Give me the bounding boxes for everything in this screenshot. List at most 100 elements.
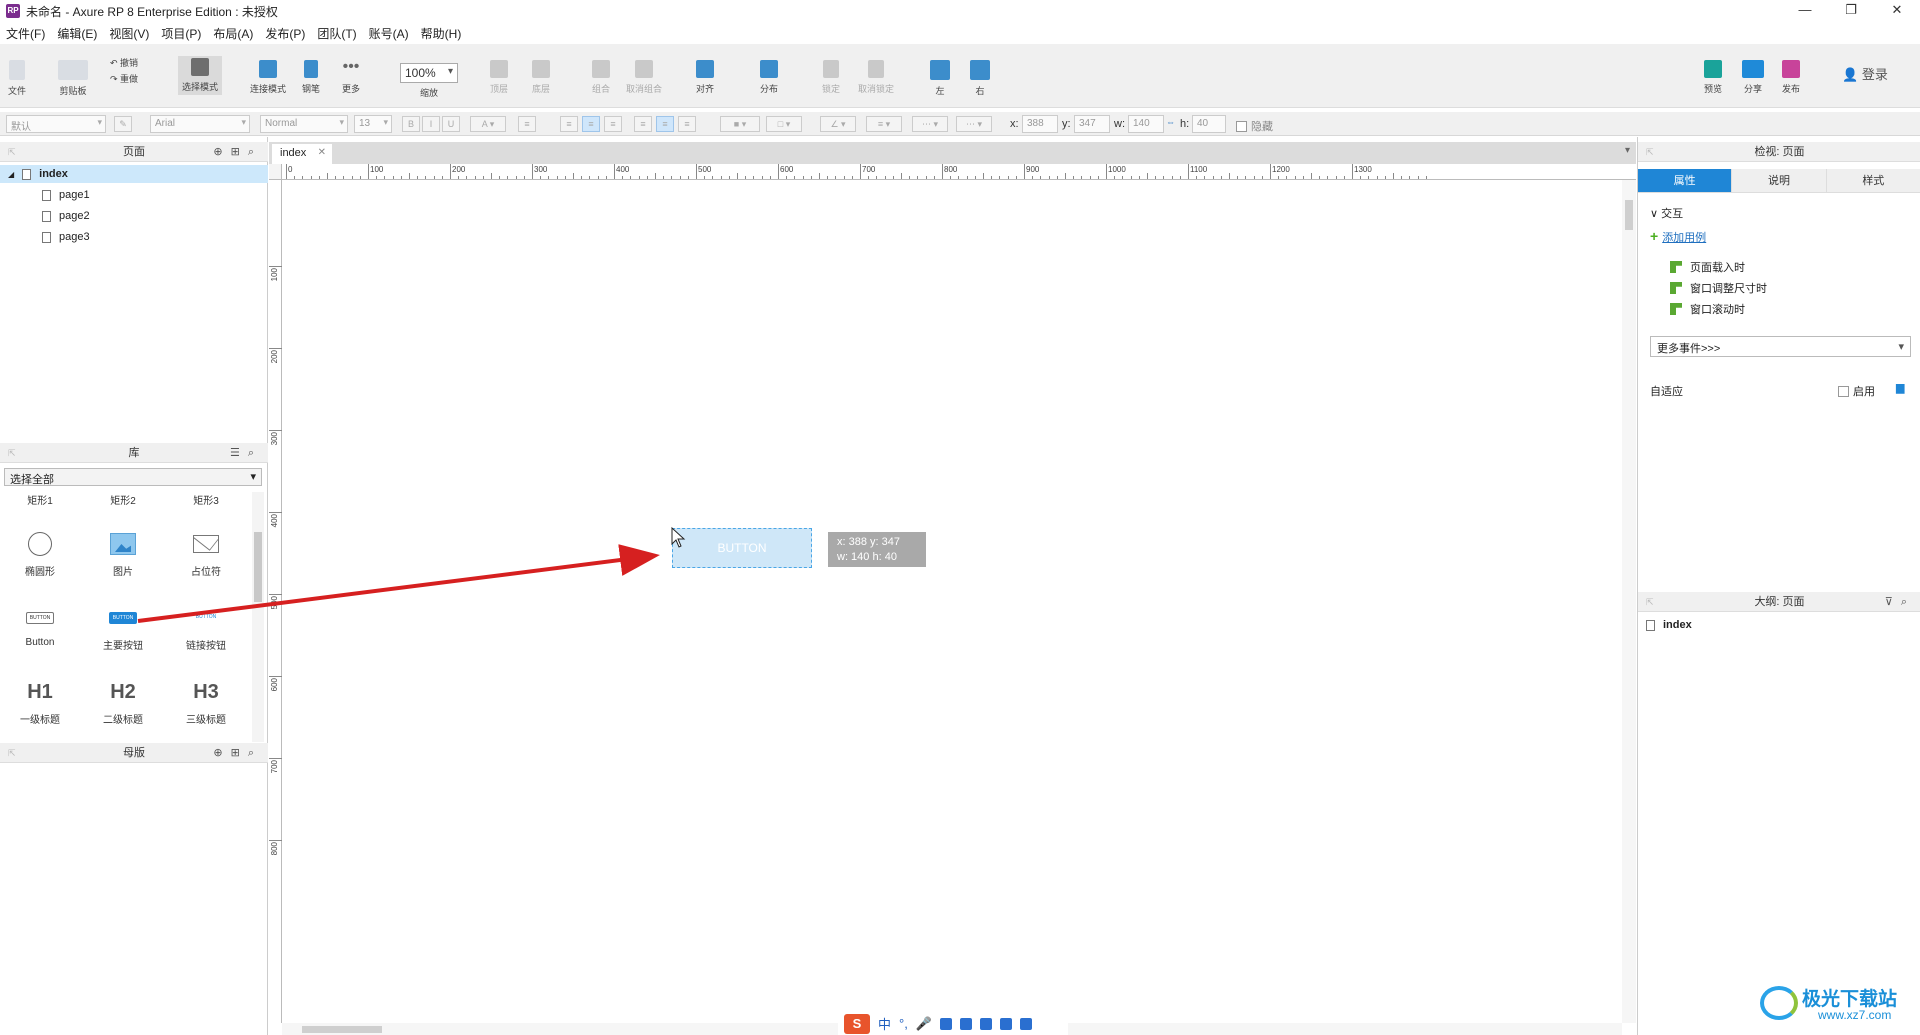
left-pane-button[interactable]: 左 [930,60,950,97]
unlock-button[interactable]: 取消锁定 [858,60,894,95]
scrollbar-thumb[interactable] [254,532,262,602]
more-events-select[interactable]: 更多事件>>> [1650,336,1911,357]
pin-icon[interactable]: ⇱ [1646,142,1654,162]
close-button[interactable]: ✕ [1874,0,1920,22]
arrow-style-icon[interactable]: ⋯ ▾ [956,116,992,132]
widget-placeholder[interactable]: 占位符 [171,529,241,578]
valign-bottom-icon[interactable]: ≡ [678,116,696,132]
underline-icon[interactable]: U [442,116,460,132]
widget-link-button[interactable]: BUTTON 链接按钮 [171,603,241,652]
widget-image[interactable]: 图片 [88,529,158,578]
connect-mode-button[interactable]: 连接模式 [250,60,286,95]
widget-rect1[interactable]: 矩形1 [5,492,75,507]
align-center-icon[interactable]: ≡ [582,116,600,132]
interactions-section[interactable]: ∨ 交互 [1650,205,1683,221]
widget-primary-button[interactable]: BUTTON 主要按钮 [88,603,158,652]
pen-button[interactable]: 钢笔 [302,60,320,95]
grid-icon[interactable] [1000,1017,1013,1030]
sogou-logo-icon[interactable]: S [844,1013,870,1034]
style-select[interactable]: 默认 [6,115,106,133]
event-window-scroll[interactable]: 窗口滚动时 [1670,301,1745,317]
scrollbar-thumb[interactable] [302,1026,382,1033]
align-right-icon[interactable]: ≡ [604,116,622,132]
close-tab-icon[interactable]: ✕ [318,147,326,158]
collapse-icon[interactable]: ◢ [8,170,14,179]
punctuation-icon[interactable]: °, [899,1016,908,1031]
lock-button[interactable]: 锁定 [822,60,840,95]
font-weight-select[interactable]: Normal [260,115,348,133]
line-style-icon[interactable]: ⋯ ▾ [912,116,948,132]
w-input[interactable]: 140 [1128,115,1164,133]
widget-h2[interactable]: H2 二级标题 [88,677,158,727]
pin-icon[interactable]: ⇱ [8,743,16,763]
toolbox-icon[interactable] [980,1017,993,1030]
font-color-icon[interactable]: A ▾ [470,116,506,132]
library-select[interactable]: 选择全部 [4,468,262,486]
outline-item-index[interactable]: index [1646,619,1692,631]
clipboard-button[interactable]: 剪贴板 [58,60,88,97]
align-button[interactable]: 对齐 [696,60,714,95]
italic-icon[interactable]: I [422,116,440,132]
right-pane-button[interactable]: 右 [970,60,990,97]
event-page-load[interactable]: 页面载入时 [1670,259,1745,275]
page-index[interactable]: ◢ index [8,168,68,180]
microphone-icon[interactable]: 🎤 [916,1016,932,1032]
widget-rect2[interactable]: 矩形2 [88,492,158,507]
menu-edit[interactable]: 编辑(E) [57,25,97,42]
minimize-button[interactable]: — [1782,0,1828,22]
widget-ellipse[interactable]: 椭圆形 [5,529,75,578]
distribute-button[interactable]: 分布 [760,60,778,95]
tab-notes[interactable]: 说明 [1732,169,1827,192]
bold-icon[interactable]: B [402,116,420,132]
login-button[interactable]: 👤 登录 [1842,64,1888,83]
adaptive-settings-icon[interactable]: ▆ [1896,381,1904,394]
group-button[interactable]: 组合 [592,60,610,95]
dragged-button-widget[interactable]: BUTTON [672,528,812,568]
keyboard-icon[interactable] [940,1017,953,1030]
y-input[interactable]: 347 [1074,115,1110,133]
tab-index[interactable]: index ✕ [272,144,332,164]
maximize-button[interactable]: ❐ [1828,0,1874,22]
lock-ratio-icon[interactable]: ⇔ [1166,117,1175,127]
fill-color-icon[interactable]: ■ ▾ [720,116,760,132]
masters-actions[interactable]: ⊕⊞⌕ [213,743,262,763]
page-page1[interactable]: page1 [42,189,90,201]
style-edit-icon[interactable]: ✎ [114,116,132,132]
valign-middle-icon[interactable]: ≡ [656,116,674,132]
send-to-back-button[interactable]: 底层 [532,60,550,95]
menu-layout[interactable]: 布局(A) [213,25,253,42]
line-color-icon[interactable]: ∠ ▾ [820,116,856,132]
menu-publish[interactable]: 发布(P) [265,25,305,42]
line-width-icon[interactable]: ≡ ▾ [866,116,902,132]
menu-file[interactable]: 文件(F) [6,25,45,42]
font-size-select[interactable]: 13 [354,115,392,133]
undo-button[interactable]: ↶ 撤销 [110,56,138,69]
pages-actions[interactable]: ⊕⊞⌕ [213,142,262,162]
outline-actions[interactable]: ⊽⌕ [1885,592,1915,612]
publish-button[interactable]: 发布 [1782,60,1800,95]
pin-icon[interactable]: ⇱ [8,142,16,162]
bring-to-front-button[interactable]: 顶层 [490,60,508,95]
event-window-resize[interactable]: 窗口调整尺寸时 [1670,280,1767,296]
redo-button[interactable]: ↷ 重做 [110,72,138,85]
h-input[interactable]: 40 [1192,115,1226,133]
pin-icon[interactable]: ⇱ [8,443,16,463]
valign-top-icon[interactable]: ≡ [634,116,652,132]
scrollbar-thumb[interactable] [1625,200,1633,230]
widget-rect3[interactable]: 矩形3 [171,492,241,507]
ime-mode[interactable]: 中 [878,1014,891,1033]
tab-properties[interactable]: 属性 [1638,169,1733,192]
library-scrollbar[interactable] [252,492,264,742]
skin-icon[interactable] [960,1017,973,1030]
align-left-icon[interactable]: ≡ [560,116,578,132]
page-page3[interactable]: page3 [42,231,90,243]
settings-icon[interactable] [1020,1017,1033,1030]
tab-list-icon[interactable]: ▾ [1625,145,1630,156]
menu-help[interactable]: 帮助(H) [421,25,462,42]
tab-style[interactable]: 样式 [1827,169,1920,192]
menu-project[interactable]: 项目(P) [161,25,201,42]
shadow-icon[interactable]: □ ▾ [766,116,802,132]
hidden-checkbox[interactable]: 隐藏 [1236,118,1273,134]
x-input[interactable]: 388 [1022,115,1058,133]
library-actions[interactable]: ☰⌕ [230,443,262,463]
